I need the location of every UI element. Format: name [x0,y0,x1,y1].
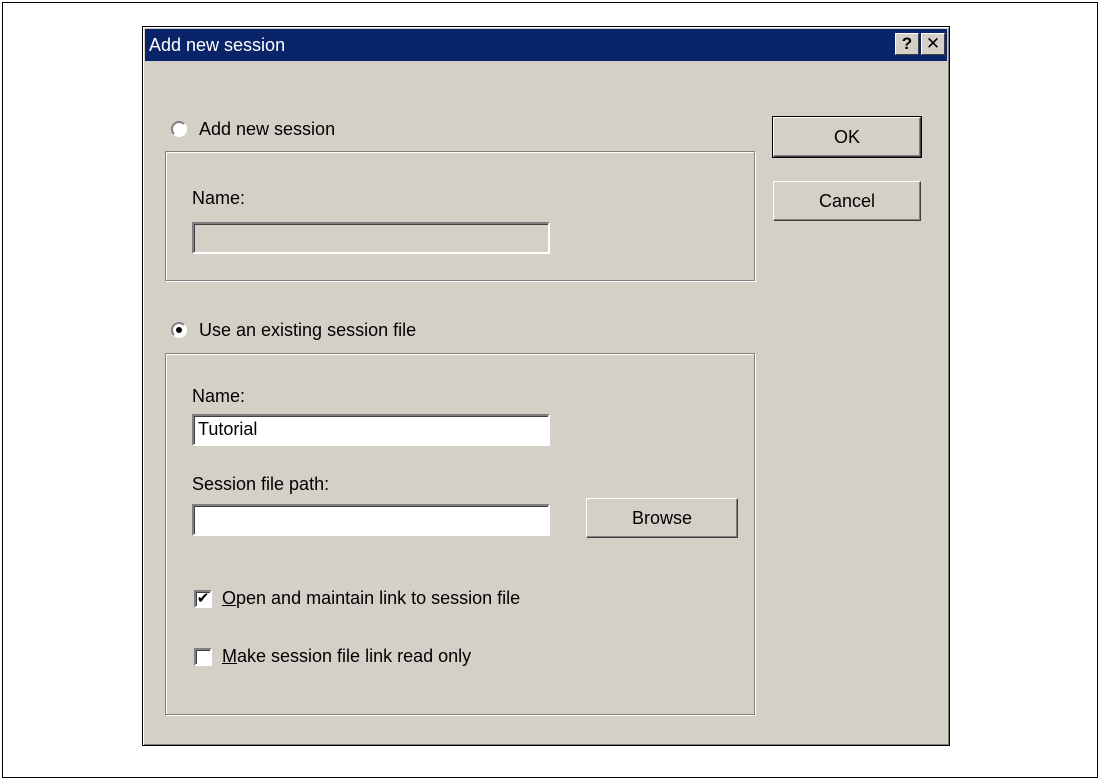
new-session-group: Name: [165,151,755,281]
radio-selected-dot [176,327,182,333]
existing-session-name-field[interactable]: Tutorial [192,414,550,446]
maintain-link-checkbox[interactable]: ✔ [194,590,212,608]
read-only-label: Make session file link read only [222,646,472,666]
session-path-field[interactable] [192,504,550,536]
add-session-dialog: Add new session ? ✕ Add new session Name… [142,26,950,746]
radio-use-existing-session[interactable] [171,322,187,338]
radio-add-new-session-label: Add new session [199,119,336,139]
title-bar[interactable]: Add new session ? ✕ [145,29,947,61]
maintain-link-label: Open and maintain link to session file [222,588,521,608]
new-name-label: Name: [192,188,246,208]
cancel-button[interactable]: Cancel [773,181,921,221]
browse-button[interactable]: Browse [586,498,738,538]
ok-button[interactable]: OK [772,116,922,158]
new-session-name-field[interactable] [192,222,550,254]
close-button[interactable]: ✕ [921,33,945,55]
radio-add-new-session[interactable] [171,121,187,137]
help-button[interactable]: ? [895,33,919,55]
read-only-checkbox[interactable] [194,648,212,666]
existing-name-label: Name: [192,386,246,406]
close-icon: ✕ [925,34,941,53]
radio-use-existing-label: Use an existing session file [199,320,417,340]
checkmark-icon: ✔ [196,590,210,607]
existing-session-group: Name: Tutorial Session file path: Browse… [165,353,755,715]
session-path-label: Session file path: [192,474,330,494]
dialog-title: Add new session [149,35,286,55]
